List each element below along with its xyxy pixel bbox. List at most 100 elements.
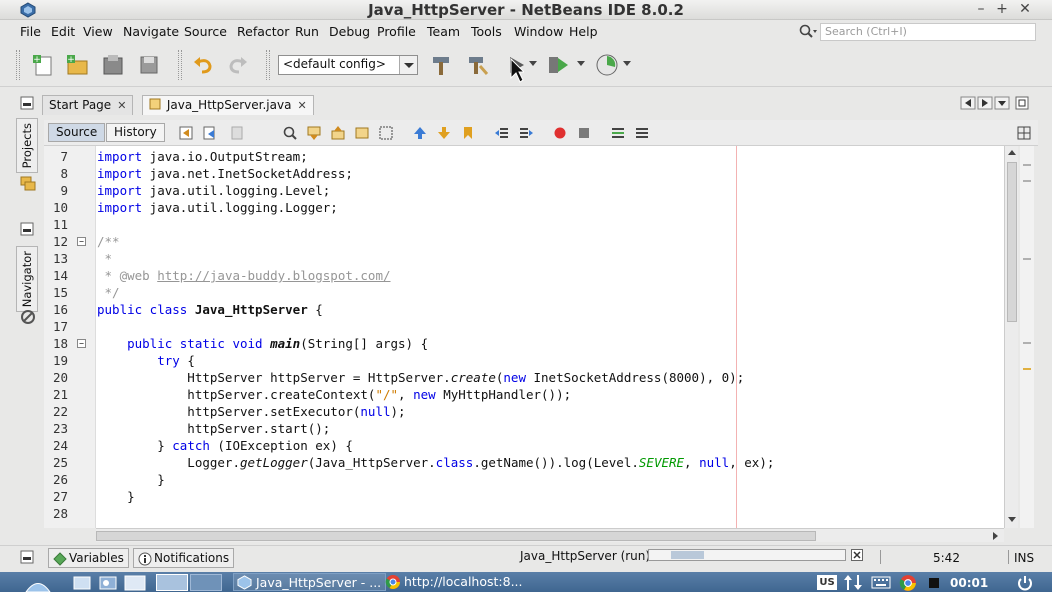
menu-debug[interactable]: Debug — [329, 24, 370, 39]
new-project-icon[interactable]: + — [64, 52, 90, 78]
find-next-icon[interactable] — [330, 125, 346, 141]
start-macro-recording-icon[interactable] — [552, 125, 568, 141]
variables-panel-tab[interactable]: Variables — [48, 548, 129, 568]
menu-run[interactable]: Run — [295, 24, 319, 39]
code-line[interactable]: 16 public class Java_HttpServer { — [44, 301, 1004, 318]
close-icon[interactable]: ✕ — [117, 99, 126, 112]
code-line[interactable]: 25 Logger.getLogger(Java_HttpServer.clas… — [44, 454, 1004, 471]
toggle-rectangular-selection-icon[interactable] — [378, 125, 394, 141]
code-line[interactable]: 17 — [44, 318, 1004, 335]
show-desktop-icon[interactable] — [72, 574, 92, 591]
menu-file[interactable]: File — [20, 24, 41, 39]
scroll-up-icon[interactable] — [1007, 148, 1017, 158]
keyboard-layout-indicator[interactable]: US — [817, 575, 837, 590]
code-line[interactable]: 9 import java.util.logging.Level; — [44, 182, 1004, 199]
menu-tools[interactable]: Tools — [471, 24, 502, 39]
code-line[interactable]: 24 } catch (IOException ex) { — [44, 437, 1004, 454]
workspace-icon[interactable] — [124, 574, 146, 591]
menu-view[interactable]: View — [83, 24, 113, 39]
code-editor[interactable]: 7 import java.io.OutputStream; 8 import ja… — [44, 146, 1004, 528]
toggle-highlight-icon[interactable] — [354, 125, 370, 141]
shift-left-icon[interactable] — [494, 125, 510, 141]
code-line[interactable]: 10 import java.util.logging.Logger; — [44, 199, 1004, 216]
vertical-scroll-thumb[interactable] — [1007, 162, 1017, 322]
code-line[interactable]: 11 — [44, 216, 1004, 233]
find-previous-icon[interactable] — [306, 125, 322, 141]
file-manager-icon[interactable] — [98, 574, 118, 591]
horizontal-scroll-thumb[interactable] — [96, 531, 816, 541]
maximize-window-group-icon[interactable] — [1015, 96, 1029, 110]
code-line[interactable]: 28 — [44, 505, 1004, 522]
side-tab-projects[interactable]: Projects — [16, 118, 38, 174]
comment-icon[interactable] — [610, 125, 626, 141]
history-view-button[interactable]: History — [106, 123, 165, 142]
code-line[interactable]: 7 import java.io.OutputStream; — [44, 148, 1004, 165]
insert-mode[interactable]: INS — [1014, 551, 1034, 565]
code-line[interactable]: 15 */ — [44, 284, 1004, 301]
error-stripe[interactable] — [1020, 146, 1034, 528]
power-icon[interactable] — [1016, 575, 1034, 591]
minimize-window-group-icon[interactable] — [20, 96, 34, 110]
maximize-button[interactable]: + — [991, 0, 1013, 18]
previous-bookmark-icon[interactable] — [412, 125, 428, 141]
start-menu-icon[interactable] — [24, 573, 52, 592]
close-icon[interactable]: ✕ — [297, 99, 306, 112]
menu-team[interactable]: Team — [427, 24, 460, 39]
tab-navigation-icon[interactable] — [960, 96, 1020, 110]
fold-collapse-icon[interactable]: − — [77, 339, 86, 348]
stripe-mark[interactable] — [1023, 368, 1031, 370]
menu-window[interactable]: Window — [514, 24, 563, 39]
debug-project-icon[interactable] — [546, 52, 572, 78]
task-progress-bar[interactable] — [648, 549, 846, 561]
code-line[interactable]: 20 HttpServer httpServer = HttpServer.cr… — [44, 369, 1004, 386]
horizontal-scrollbar[interactable] — [96, 528, 1004, 542]
taskbar-netbeans-window[interactable]: Java_HttpServer - ... — [233, 573, 387, 591]
keyboard-icon[interactable] — [871, 575, 891, 590]
toolbar-grip[interactable] — [266, 50, 270, 80]
toolbar-grip[interactable] — [16, 50, 20, 80]
redo-icon[interactable] — [225, 52, 251, 78]
navigator-panel-icon[interactable] — [19, 308, 37, 326]
code-line[interactable]: 27 } — [44, 488, 1004, 505]
stop-macro-recording-icon[interactable] — [576, 125, 592, 141]
last-edit-icon[interactable] — [178, 125, 194, 141]
scroll-right-icon[interactable] — [990, 531, 1000, 541]
stripe-mark[interactable] — [1023, 342, 1031, 344]
cancel-task-icon[interactable] — [851, 549, 863, 561]
workspace-2[interactable] — [190, 574, 222, 591]
taskbar-browser-window[interactable]: http://localhost:8... — [382, 573, 527, 591]
next-bookmark-icon[interactable] — [436, 125, 452, 141]
clean-build-icon[interactable] — [464, 52, 490, 78]
profile-dropdown-icon[interactable] — [622, 58, 632, 68]
uncomment-icon[interactable] — [634, 125, 650, 141]
search-input[interactable]: Search (Ctrl+I) — [820, 23, 1036, 41]
run-dropdown-icon[interactable] — [528, 58, 538, 68]
menu-edit[interactable]: Edit — [51, 24, 75, 39]
code-line[interactable]: 12− /** — [44, 233, 1004, 250]
code-line[interactable]: 23 httpServer.start(); — [44, 420, 1004, 437]
code-line[interactable]: 19 try { — [44, 352, 1004, 369]
toggle-bookmark-icon[interactable] — [460, 125, 476, 141]
new-file-icon[interactable]: + — [30, 52, 56, 78]
minimize-button[interactable]: – — [970, 0, 992, 18]
source-view-button[interactable]: Source — [48, 123, 106, 142]
minimize-side-panel-icon[interactable] — [20, 222, 34, 236]
menu-profile[interactable]: Profile — [377, 24, 416, 39]
stripe-mark[interactable] — [1023, 180, 1031, 182]
build-hammer-icon[interactable] — [428, 52, 454, 78]
back-icon[interactable] — [202, 125, 218, 141]
network-transfer-icon[interactable] — [843, 574, 863, 591]
code-url-link[interactable]: http://java-buddy.blogspot.com/ — [157, 268, 390, 283]
close-button[interactable]: ✕ — [1014, 0, 1036, 18]
save-all-icon[interactable] — [136, 52, 162, 78]
debug-dropdown-icon[interactable] — [576, 58, 586, 68]
side-tab-navigator[interactable]: Navigator — [16, 246, 38, 313]
menu-source[interactable]: Source — [184, 24, 227, 39]
stop-recording-icon[interactable] — [927, 576, 941, 590]
find-icon[interactable] — [282, 125, 298, 141]
split-editor-icon[interactable] — [1016, 125, 1032, 141]
open-project-icon[interactable] — [100, 52, 126, 78]
tab-start-page[interactable]: Start Page ✕ — [42, 95, 134, 115]
undo-icon[interactable] — [190, 52, 216, 78]
code-line[interactable]: 26 } — [44, 471, 1004, 488]
